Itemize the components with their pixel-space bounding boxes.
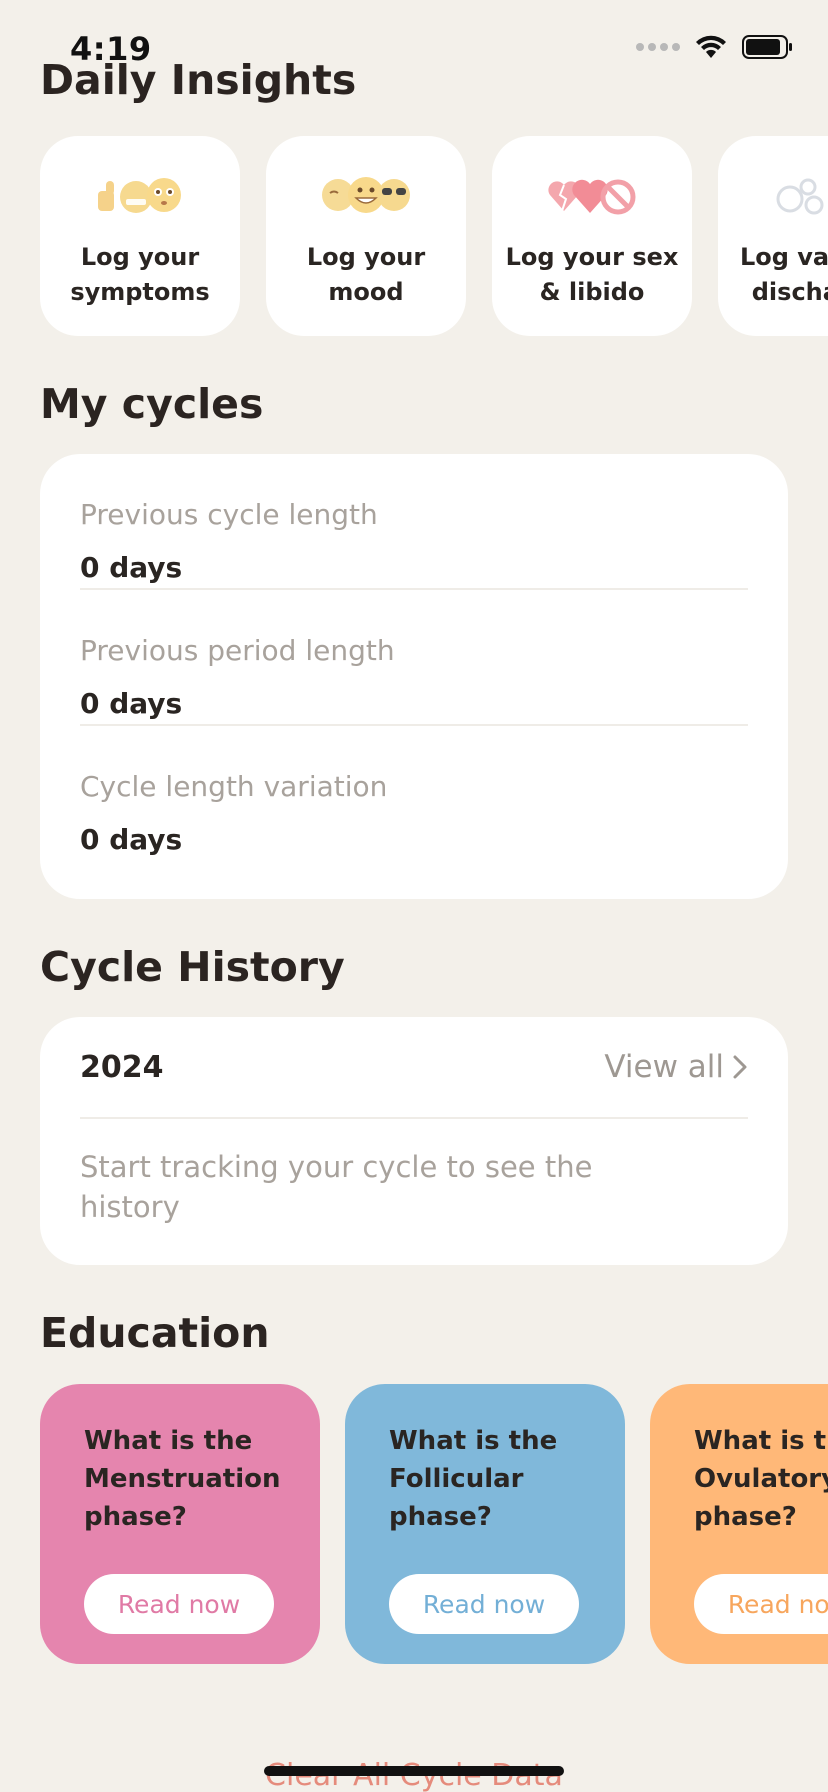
edu-card-title: What is the Menstruation phase? xyxy=(84,1426,281,1532)
my-cycles-card: Previous cycle length 0 days Previous pe… xyxy=(40,454,788,899)
wifi-icon xyxy=(694,34,728,60)
ovulatory-phase-card[interactable]: What is the Ovulatory phase? Read now xyxy=(650,1384,828,1664)
stat-row: Previous period length 0 days xyxy=(80,590,748,726)
discharge-emoji-icons xyxy=(772,170,828,220)
daily-insights-carousel[interactable]: Log your symptoms Log your mood Log your… xyxy=(40,136,828,336)
history-header: 2024 View all xyxy=(80,1017,748,1119)
log-symptoms-card[interactable]: Log your symptoms xyxy=(40,136,240,336)
read-now-button[interactable]: Read now xyxy=(694,1574,828,1634)
edu-card-title: What is the Follicular phase? xyxy=(389,1426,558,1532)
home-indicator xyxy=(264,1766,564,1776)
daily-insights-title: Daily Insights xyxy=(40,56,357,104)
education-title: Education xyxy=(40,1309,270,1357)
stat-value: 0 days xyxy=(80,823,183,856)
my-cycles-title: My cycles xyxy=(40,380,264,428)
read-now-button[interactable]: Read now xyxy=(389,1574,579,1634)
cycle-history-title: Cycle History xyxy=(40,943,345,991)
stat-value: 0 days xyxy=(80,551,183,584)
libido-emoji-icons xyxy=(546,170,638,220)
insight-label: Log your symptoms xyxy=(70,243,210,306)
edu-card-title: What is the Ovulatory phase? xyxy=(694,1426,828,1532)
cycle-overview-screen: 4:19 Daily Insights Log your symptoms Lo… xyxy=(0,0,828,1792)
insight-label: Log your sex & libido xyxy=(505,243,679,306)
follicular-phase-card[interactable]: What is the Follicular phase? Read now xyxy=(345,1384,625,1664)
stat-label: Previous cycle length xyxy=(80,498,378,531)
chevron-right-icon xyxy=(733,1055,747,1079)
stat-label: Previous period length xyxy=(80,634,395,667)
view-all-link[interactable]: View all xyxy=(604,1049,748,1085)
read-now-button[interactable]: Read now xyxy=(84,1574,274,1634)
mood-emoji-icons xyxy=(320,170,412,220)
stat-row: Previous cycle length 0 days xyxy=(80,454,748,590)
stat-label: Cycle length variation xyxy=(80,770,388,803)
stat-value: 0 days xyxy=(80,687,183,720)
education-carousel[interactable]: What is the Menstruation phase? Read now… xyxy=(40,1384,828,1664)
log-mood-card[interactable]: Log your mood xyxy=(266,136,466,336)
log-discharge-card[interactable]: Log vaginal discharge xyxy=(718,136,828,336)
log-sex-libido-card[interactable]: Log your sex & libido xyxy=(492,136,692,336)
history-empty-text: Start tracking your cycle to see the his… xyxy=(80,1150,593,1224)
cellular-signal-icon xyxy=(636,43,680,51)
symptoms-emoji-icons xyxy=(94,170,186,220)
insight-label: Log vaginal discharge xyxy=(739,243,828,306)
menstruation-phase-card[interactable]: What is the Menstruation phase? Read now xyxy=(40,1384,320,1664)
status-indicators xyxy=(636,34,794,60)
view-all-label: View all xyxy=(604,1049,724,1085)
cycle-history-card: 2024 View all Start tracking your cycle … xyxy=(40,1017,788,1265)
insight-label: Log your mood xyxy=(306,243,426,306)
history-year: 2024 xyxy=(80,1049,164,1085)
stat-row: Cycle length variation 0 days xyxy=(80,726,748,862)
battery-icon xyxy=(742,34,794,60)
